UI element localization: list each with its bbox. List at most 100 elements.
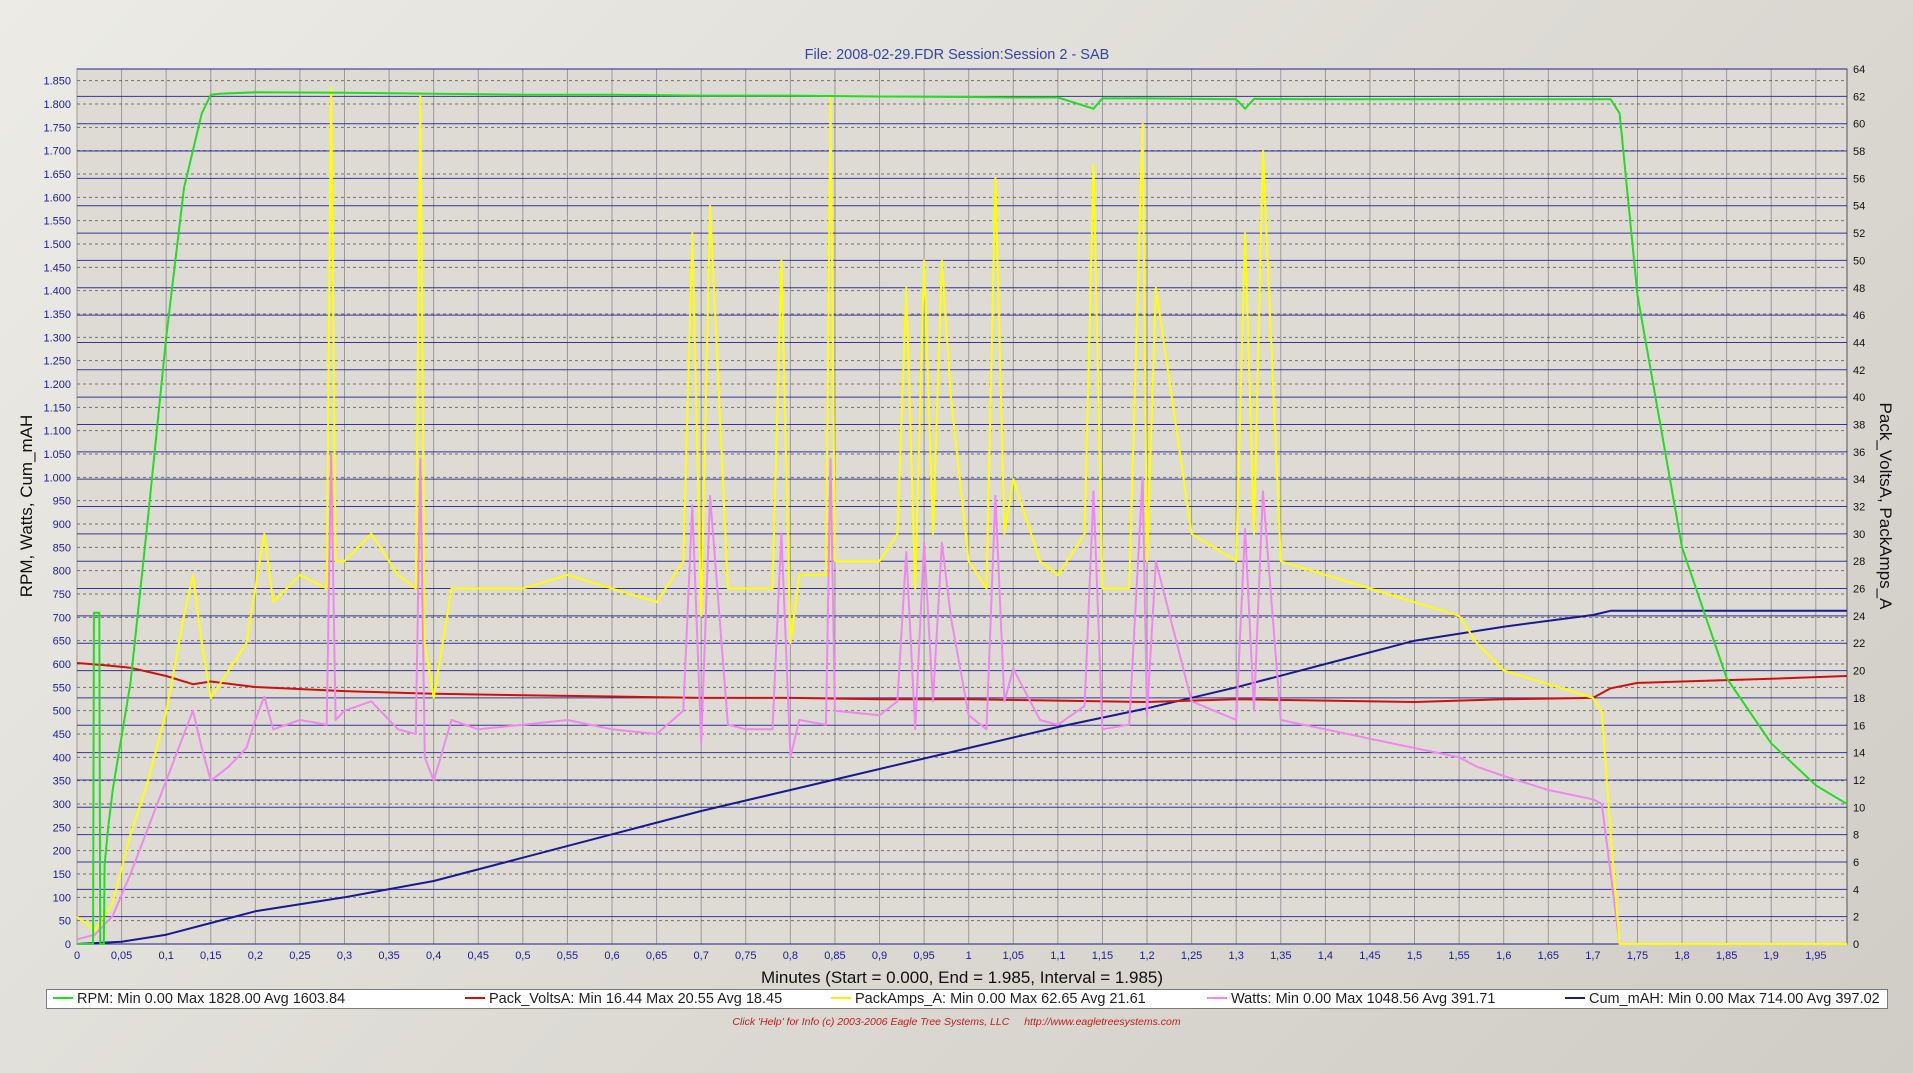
- x-tick-label: 0,2: [248, 950, 263, 962]
- x-tick-label: 1,85: [1716, 950, 1737, 962]
- chart-title: File: 2008-02-29.FDR Session:Session 2 -…: [805, 47, 1110, 63]
- x-tick-label: 0,1: [159, 950, 174, 962]
- x-tick-label: 1: [966, 950, 972, 962]
- y-tick-label: 1.000: [43, 472, 71, 484]
- y-tick-label: 1.800: [43, 99, 71, 111]
- x-tick-label: 1,9: [1764, 950, 1779, 962]
- y-tick-label: 1.250: [43, 356, 71, 368]
- y-tick-label: 500: [53, 706, 71, 718]
- y-tick-label: 1.850: [43, 76, 71, 88]
- y2-tick-label: 40: [1853, 392, 1865, 404]
- y-tick-label: 1.600: [43, 192, 71, 204]
- x-tick-label: 0,5: [515, 950, 530, 962]
- y2-tick-label: 48: [1853, 283, 1865, 295]
- y-tick-label: 100: [53, 892, 71, 904]
- y-tick-label: 300: [53, 799, 71, 811]
- y2-tick-label: 60: [1853, 119, 1865, 131]
- x-tick-label: 1,8: [1674, 950, 1689, 962]
- y-tick-label: 1.200: [43, 379, 71, 391]
- y-tick-label: 450: [53, 729, 71, 741]
- x-tick-label: 0,7: [694, 950, 709, 962]
- x-tick-label: 1,95: [1805, 950, 1826, 962]
- legend-item-pack-amps: PackAmps_A: Min 0.00 Max 62.65 Avg 21.61: [831, 990, 1146, 1008]
- y2-tick-label: 44: [1853, 337, 1865, 349]
- x-tick-label: 1,3: [1229, 950, 1244, 962]
- legend-item-cum-mah: Cum_mAH: Min 0.00 Max 714.00 Avg 397.02: [1565, 990, 1880, 1008]
- y-tick-label: 1.350: [43, 309, 71, 321]
- y2-tick-label: 22: [1853, 638, 1865, 650]
- x-tick-label: 0,55: [557, 950, 578, 962]
- y2-tick-label: 30: [1853, 529, 1865, 541]
- chart: 0 0,05 0,1 0,15 0,2 0,25 0,3 0,35 0,4 0,45 0,5 0,55…: [17, 47, 1895, 987]
- x-tick-label: 1,1: [1050, 950, 1065, 962]
- y-tick-label: 800: [53, 566, 71, 578]
- y2-tick-label: 2: [1853, 912, 1859, 924]
- x-tick-label: 0,85: [824, 950, 845, 962]
- y-tick-label: 50: [59, 916, 71, 928]
- y-tick-label: 400: [53, 752, 71, 764]
- x-tick-label: 1,35: [1270, 950, 1291, 962]
- y-tick-label: 200: [53, 846, 71, 858]
- y2-tick-label: 0: [1853, 939, 1859, 951]
- legend-label: Watts: Min 0.00 Max 1048.56 Avg 391.71: [1231, 991, 1496, 1007]
- y-tick-label: 700: [53, 612, 71, 624]
- legend-item-pack-volts: Pack_VoltsA: Min 16.44 Max 20.55 Avg 18.…: [465, 990, 782, 1008]
- x-tick-label: 0,25: [289, 950, 310, 962]
- y2-tick-label: 34: [1853, 474, 1865, 486]
- footer-url[interactable]: http://www.eagletreesystems.com: [1024, 1016, 1180, 1028]
- x-tick-label: 1,4: [1318, 950, 1333, 962]
- x-tick-label: 0,65: [646, 950, 667, 962]
- y-tick-label: 1.300: [43, 332, 71, 344]
- y2-tick-label: 42: [1853, 365, 1865, 377]
- y2-tick-label: 64: [1853, 64, 1865, 76]
- y-tick-label: 900: [53, 519, 71, 531]
- x-tick-label: 0,05: [111, 950, 132, 962]
- y2-tick-label: 28: [1853, 556, 1865, 568]
- y2-tick-label: 8: [1853, 830, 1859, 842]
- y2-tick-label: 24: [1853, 611, 1865, 623]
- y-axis-label: RPM, Watts, Cum_mAH: [17, 415, 36, 598]
- y2-tick-label: 18: [1853, 693, 1865, 705]
- y2-tick-label: 38: [1853, 419, 1865, 431]
- y-tick-label: 1.150: [43, 402, 71, 414]
- y2-tick-label: 6: [1853, 857, 1859, 869]
- legend-swatch: [1207, 997, 1227, 1000]
- y-tick-label: 750: [53, 589, 71, 601]
- footer: Click 'Help' for Info (c) 2003-2006 Eagl…: [0, 1016, 1913, 1028]
- x-tick-label: 0,6: [604, 950, 619, 962]
- legend-item-watts: Watts: Min 0.00 Max 1048.56 Avg 391.71: [1207, 990, 1495, 1008]
- y2-tick-label: 14: [1853, 748, 1865, 760]
- y-tick-label: 950: [53, 496, 71, 508]
- x-tick-label: 0,3: [337, 950, 352, 962]
- y2-axis-label: Pack_VoltsA, PackAmps_A: [1876, 403, 1895, 611]
- y2-tick-label: 32: [1853, 502, 1865, 514]
- legend: RPM: Min 0.00 Max 1828.00 Avg 1603.84 Pa…: [46, 989, 1888, 1009]
- x-tick-label: 0,15: [200, 950, 221, 962]
- y-tick-label: 650: [53, 636, 71, 648]
- y-tick-label: 1.500: [43, 239, 71, 251]
- x-tick-label: 1,05: [1003, 950, 1024, 962]
- y2-tick-label: 58: [1853, 146, 1865, 158]
- y-tick-label: 1.750: [43, 122, 71, 134]
- y2-tick-label: 62: [1853, 91, 1865, 103]
- x-tick-label: 0,9: [872, 950, 887, 962]
- legend-swatch: [831, 997, 851, 1000]
- legend-label: Cum_mAH: Min 0.00 Max 714.00 Avg 397.02: [1589, 991, 1880, 1007]
- x-tick-label: 1,2: [1139, 950, 1154, 962]
- y-tick-label: 850: [53, 542, 71, 554]
- footer-copyright: Click 'Help' for Info (c) 2003-2006 Eagl…: [732, 1016, 1010, 1028]
- legend-item-rpm: RPM: Min 0.00 Max 1828.00 Avg 1603.84: [53, 990, 345, 1008]
- x-tick-label: 1,65: [1538, 950, 1559, 962]
- x-tick-label: 0,45: [468, 950, 489, 962]
- y2-tick-label: 56: [1853, 173, 1865, 185]
- x-tick-label: 1,55: [1448, 950, 1469, 962]
- y2-tick-label: 16: [1853, 720, 1865, 732]
- y2-tick-label: 12: [1853, 775, 1865, 787]
- x-tick-label: 1,7: [1585, 950, 1600, 962]
- legend-label: Pack_VoltsA: Min 16.44 Max 20.55 Avg 18.…: [489, 991, 783, 1007]
- y-tick-label: 1.050: [43, 449, 71, 461]
- x-axis-label: Minutes (Start = 0.000, End = 1.985, Int…: [761, 968, 1163, 987]
- y2-tick-label: 54: [1853, 201, 1865, 213]
- legend-swatch: [465, 997, 485, 1000]
- x-tick-label: 0,35: [378, 950, 399, 962]
